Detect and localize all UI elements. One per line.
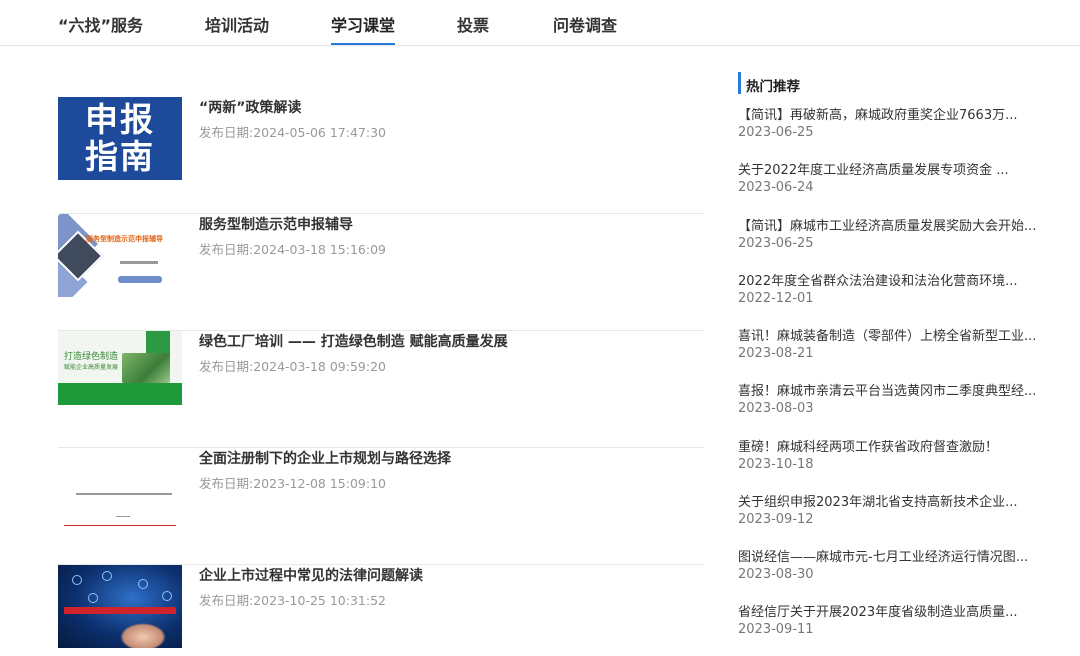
thumb-decor [58,383,182,405]
thumb-decor [64,525,176,526]
thumb-decor [162,591,172,601]
sidebar-item[interactable]: 图说经信——麻城市元-七月工业经济运行情况图... 2023-08-30 [738,546,1044,594]
thumb-decor [146,331,170,355]
sidebar-item-title[interactable]: 【简讯】再破新高，麻城政府重奖企业7663万... [738,104,1044,123]
article-item[interactable]: 企业上市过程中常见的法律问题解读 发布日期:2023-10-25 10:31:5… [58,565,705,656]
tab-label: 投票 [457,16,490,35]
sidebar-item[interactable]: 【简讯】麻城市工业经济高质量发展奖励大会开始... 2023-06-25 [738,215,1044,263]
article-title[interactable]: 绿色工厂培训 —— 打造绿色制造 赋能高质量发展 [199,331,508,351]
thumb-photo [120,623,166,648]
sidebar-item[interactable]: 关于组织申报2023年湖北省支持高新技术企业... 2023-09-12 [738,491,1044,539]
article-date: 发布日期:2023-10-25 10:31:52 [199,593,386,608]
article-title[interactable]: 服务型制造示范申报辅导 [199,214,353,234]
thumb-decor [76,493,172,495]
article-thumbnail[interactable]: 申报 指南 [58,97,182,180]
article-date: 发布日期:2023-12-08 15:09:10 [199,476,386,491]
sidebar-item-date: 2023-10-18 [738,457,814,472]
article-date: 发布日期:2024-03-18 09:59:20 [199,359,386,374]
sidebar-item-date: 2023-08-21 [738,346,814,361]
tab-training[interactable]: 培训活动 [205,12,269,36]
sidebar-item-title[interactable]: 图说经信——麻城市元-七月工业经济运行情况图... [738,546,1044,565]
thumb-text: 申报 [85,100,155,139]
sidebar-item[interactable]: 关于2022年度工业经济高质量发展专项资金 ... 2023-06-24 [738,159,1044,207]
tab-vote[interactable]: 投票 [457,12,489,36]
article-item[interactable]: 服务型制造示范申报辅导 服务型制造示范申报辅导 发布日期:2024-03-18 … [58,214,705,331]
sidebar-item-date: 2023-09-11 [738,622,814,637]
sidebar-item-title[interactable]: 喜报！麻城市亲清云平台当选黄冈市二季度典型经... [738,380,1044,399]
thumb-photo [122,353,170,383]
sidebar-item-date: 2023-08-03 [738,401,814,416]
article-title[interactable]: 企业上市过程中常见的法律问题解读 [199,565,423,585]
article-date: 发布日期:2024-03-18 15:16:09 [199,242,386,257]
thumb-decor [58,405,182,414]
article-item[interactable]: 全面注册制下的企业上市规划与路径选择 发布日期:2023-12-08 15:09… [58,448,705,565]
sidebar-item[interactable]: 省经信厅关于开展2023年度省级制造业高质量... 2023-09-11 [738,601,1044,649]
article-item[interactable]: 打造绿色制造 赋能企业高质量发展 绿色工厂培训 —— 打造绿色制造 赋能高质量发… [58,331,705,448]
thumb-decor [102,571,112,581]
sidebar-item-title[interactable]: 关于组织申报2023年湖北省支持高新技术企业... [738,491,1044,510]
tab-liuzhao-service[interactable]: “六找”服务 [58,12,143,36]
sidebar-item[interactable]: 2022年度全省群众法治建设和法治化营商环境... 2022-12-01 [738,270,1044,318]
sidebar-item-date: 2022-12-01 [738,291,814,306]
sidebar-item-title[interactable]: 【简讯】麻城市工业经济高质量发展奖励大会开始... [738,215,1044,234]
sidebar-item-title[interactable]: 喜讯！麻城装备制造（零部件）上榜全省新型工业... [738,325,1044,344]
sidebar-item-date: 2023-06-25 [738,236,814,251]
sidebar-item[interactable]: 重磅！麻城科经两项工作获省政府督查激励！ 2023-10-18 [738,436,1044,484]
sidebar-header: 热门推荐 [738,72,1038,95]
tab-label: 学习课堂 [331,16,396,35]
sidebar-item[interactable]: 喜报！麻城市亲清云平台当选黄冈市二季度典型经... 2023-08-03 [738,380,1044,428]
thumb-text: 赋能企业高质量发展 [64,364,119,371]
article-thumbnail[interactable] [58,448,182,531]
thumb-decor [138,579,148,589]
tab-label: 问卷调查 [553,16,618,35]
thumb-text: 打造绿色制造 [64,352,119,362]
thumb-text: 指南 [85,137,155,176]
article-thumbnail[interactable]: 打造绿色制造 赋能企业高质量发展 [58,331,182,414]
tab-label: “六找”服务 [58,16,144,35]
sidebar-item-date: 2023-09-12 [738,512,814,527]
tab-active-underline [331,43,396,45]
thumb-decor [118,276,162,283]
thumb-decor [116,516,130,517]
sidebar-item-title[interactable]: 省经信厅关于开展2023年度省级制造业高质量... [738,601,1044,620]
tab-survey[interactable]: 问卷调查 [553,12,617,36]
top-nav: “六找”服务 培训活动 学习课堂 投票 问卷调查 [0,0,1080,46]
article-item[interactable]: 申报 指南 “两新”政策解读 发布日期:2024-05-06 17:47:30 [58,97,705,214]
article-thumbnail[interactable]: 服务型制造示范申报辅导 [58,214,182,297]
thumb-decor [72,575,82,585]
thumb-decor [88,593,98,603]
tab-study-class[interactable]: 学习课堂 [331,12,396,45]
thumb-text: 服务型制造示范申报辅导 [86,235,163,243]
sidebar-item-title[interactable]: 关于2022年度工业经济高质量发展专项资金 ... [738,159,1044,178]
article-title[interactable]: “两新”政策解读 [199,97,301,117]
sidebar-item[interactable]: 【简讯】再破新高，麻城政府重奖企业7663万... 2023-06-25 [738,104,1044,152]
sidebar-item-date: 2023-06-24 [738,180,814,195]
sidebar-item-date: 2023-06-25 [738,125,814,140]
thumb-decor [120,261,158,264]
thumb-decor [64,607,176,614]
article-title[interactable]: 全面注册制下的企业上市规划与路径选择 [199,448,451,468]
article-date: 发布日期:2024-05-06 17:47:30 [199,125,386,140]
sidebar-item-title[interactable]: 重磅！麻城科经两项工作获省政府督查激励！ [738,436,1044,455]
sidebar-item-date: 2023-08-30 [738,567,814,582]
sidebar-accent-bar [738,72,741,94]
sidebar-item[interactable]: 喜讯！麻城装备制造（零部件）上榜全省新型工业... 2023-08-21 [738,325,1044,373]
tab-label: 培训活动 [205,16,270,35]
sidebar-item-title[interactable]: 2022年度全省群众法治建设和法治化营商环境... [738,270,1044,289]
sidebar-title: 热门推荐 [746,79,800,95]
article-thumbnail[interactable] [58,565,182,648]
